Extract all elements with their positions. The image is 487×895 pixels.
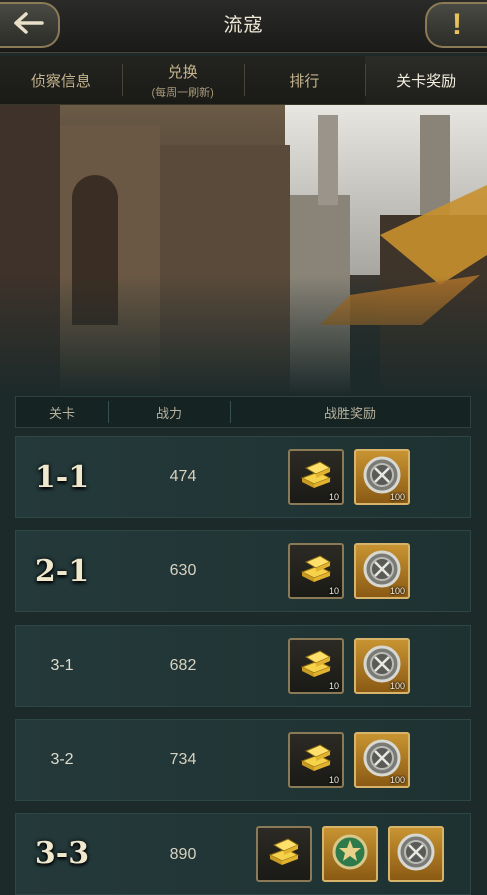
tab-bar: 侦察信息 兑换 (每周一刷新) 排行 关卡奖励 xyxy=(0,56,487,105)
table-row: 2-1 630 10 100 xyxy=(15,530,471,612)
reward-item[interactable] xyxy=(322,826,378,882)
tab-scout-info[interactable]: 侦察信息 xyxy=(0,56,122,104)
green-medal-icon xyxy=(329,831,371,878)
stage-number: 3-1 xyxy=(50,657,74,674)
reward-list: 10 100 xyxy=(288,720,410,800)
tab-label: 兑换 xyxy=(167,63,198,81)
tab-label: 侦察信息 xyxy=(30,72,91,90)
tab-label: 排行 xyxy=(289,72,320,90)
reward-item[interactable]: 10 xyxy=(288,638,344,694)
table-row: 3-3 890 xyxy=(15,813,471,895)
reward-quantity: 10 xyxy=(328,681,339,691)
column-header-power: 战力 xyxy=(108,397,230,427)
page-title: 流寇 xyxy=(223,15,264,36)
banner-fade xyxy=(0,275,487,395)
reward-item[interactable]: 100 xyxy=(354,638,410,694)
silver-coin-icon xyxy=(395,831,437,878)
reward-list: 10 100 xyxy=(288,531,410,611)
reward-item[interactable] xyxy=(388,826,444,882)
reward-quantity: 10 xyxy=(328,775,339,785)
banner-image xyxy=(0,105,487,395)
column-header-rewards: 战胜奖励 xyxy=(230,397,470,427)
tab-sublabel: (每周一刷新) xyxy=(151,86,214,99)
reward-item[interactable] xyxy=(256,826,312,882)
reward-quantity: 10 xyxy=(328,586,339,596)
stage-number: 3-2 xyxy=(50,751,74,768)
power-value: 734 xyxy=(169,751,197,768)
info-button[interactable]: ! xyxy=(425,2,487,48)
table-header: 关卡 战力 战胜奖励 xyxy=(15,396,471,428)
stage-number: 3-3 xyxy=(34,836,90,871)
reward-list: 10 100 xyxy=(288,437,410,517)
reward-item[interactable]: 100 xyxy=(354,449,410,505)
stage-number: 2-1 xyxy=(34,553,90,589)
stage-number: 1-1 xyxy=(34,459,90,495)
column-header-stage: 关卡 xyxy=(48,405,75,421)
reward-quantity: 100 xyxy=(389,681,405,691)
reward-quantity: 100 xyxy=(389,586,405,596)
table-row: 1-1 474 10 100 xyxy=(15,436,471,518)
power-value: 630 xyxy=(169,562,197,579)
top-bar: 流寇 ! xyxy=(0,0,487,53)
tab-label: 关卡奖励 xyxy=(396,72,457,90)
reward-quantity: 100 xyxy=(389,492,405,502)
reward-quantity: 100 xyxy=(389,775,405,785)
reward-list: 10 100 xyxy=(288,626,410,706)
reward-item[interactable]: 100 xyxy=(354,543,410,599)
reward-item[interactable]: 10 xyxy=(288,732,344,788)
reward-item[interactable]: 10 xyxy=(288,449,344,505)
reward-list xyxy=(256,814,444,894)
power-value: 890 xyxy=(169,846,197,863)
reward-item[interactable]: 10 xyxy=(288,543,344,599)
tab-stage-rewards[interactable]: 关卡奖励 xyxy=(365,56,487,104)
exclamation-icon: ! xyxy=(452,8,462,41)
table-row: 3-1 682 10 100 xyxy=(15,625,471,707)
tab-ranking[interactable]: 排行 xyxy=(243,56,366,104)
reward-quantity: 10 xyxy=(328,492,339,502)
gold-bars-icon xyxy=(264,833,304,876)
table-row: 3-2 734 10 100 xyxy=(15,719,471,801)
reward-item[interactable]: 100 xyxy=(354,732,410,788)
tab-exchange[interactable]: 兑换 (每周一刷新) xyxy=(121,56,244,104)
power-value: 474 xyxy=(169,468,197,485)
power-value: 682 xyxy=(169,657,197,674)
